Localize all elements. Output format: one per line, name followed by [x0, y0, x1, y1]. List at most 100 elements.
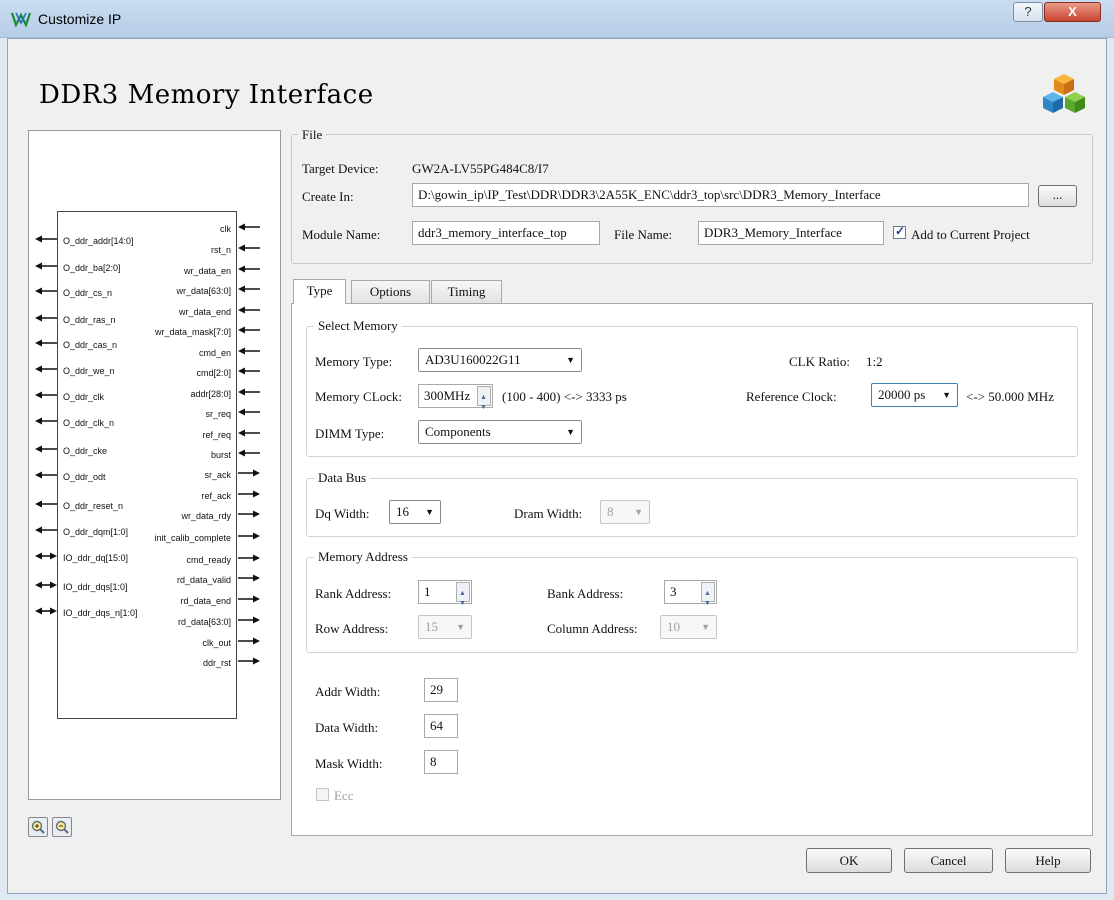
chevron-down-icon: ▼ — [566, 427, 575, 437]
output-arrow-icon — [35, 470, 57, 480]
pin-label-right: addr[28:0] — [190, 389, 231, 399]
target-device-value: GW2A-LV55PG484C8/I7 — [412, 161, 549, 176]
dq-width-select[interactable]: 16 ▼ — [389, 500, 441, 524]
ok-button[interactable]: OK — [806, 848, 892, 873]
pin-label-right: wr_data_end — [178, 307, 231, 317]
column-address-label: Column Address: — [547, 621, 638, 636]
memory-clock-label: Memory CLock: — [315, 389, 403, 404]
memory-type-label: Memory Type: — [315, 354, 393, 369]
output-arrow-icon — [238, 553, 260, 563]
zoom-out-button[interactable] — [52, 817, 72, 837]
pin-label-left: O_ddr_addr[14:0] — [63, 236, 134, 246]
dq-width-label: Dq Width: — [315, 506, 370, 521]
pin-label-right: wr_data_en — [183, 266, 231, 276]
pin-label-right: clk_out — [202, 638, 231, 648]
zoom-in-button[interactable] — [28, 817, 48, 837]
tab-timing[interactable]: Timing — [431, 280, 502, 303]
file-group-title: File — [298, 127, 327, 143]
pin-label-right: cmd_ready — [186, 555, 231, 565]
chevron-down-icon: ▼ — [566, 355, 575, 365]
file-name-field[interactable]: DDR3_Memory_Interface — [698, 221, 884, 245]
pin-label-right: cmd_en — [198, 348, 231, 358]
dram-width-select: 8 ▼ — [600, 500, 650, 524]
pin-label-right: ref_ack — [201, 491, 231, 501]
chevron-down-icon: ▼ — [701, 622, 710, 632]
output-arrow-icon — [35, 286, 57, 296]
bidirectional-arrow-icon — [35, 580, 57, 590]
dimm-type-label: DIMM Type: — [315, 426, 385, 441]
pin-label-left: O_ddr_we_n — [63, 366, 115, 376]
module-name-field[interactable]: ddr3_memory_interface_top — [412, 221, 600, 245]
bank-address-value: 3 — [670, 584, 677, 599]
add-to-project-checkbox[interactable] — [893, 224, 906, 239]
memory-clock-spinner[interactable]: 300MHz — [418, 384, 493, 418]
tab-type[interactable]: Type — [293, 279, 346, 304]
output-arrow-icon — [35, 525, 57, 535]
cancel-button[interactable]: Cancel — [904, 848, 993, 873]
ip-symbol-box: O_ddr_addr[14:0] O_ddr_ba[2:0] O_ddr_cs_n O… — [57, 211, 237, 719]
memory-type-select[interactable]: AD3U160022G11 ▼ — [418, 348, 582, 372]
output-arrow-icon — [35, 390, 57, 400]
pin-label-right: wr_data[63:0] — [176, 286, 231, 296]
reference-clock-label: Reference Clock: — [746, 389, 837, 404]
tab-options[interactable]: Options — [351, 280, 430, 303]
pin-label-right: sr_ack — [204, 470, 231, 480]
pin-label-left: O_ddr_ras_n — [63, 315, 116, 325]
dimm-type-value: Components — [425, 424, 491, 439]
dimm-type-select[interactable]: Components ▼ — [418, 420, 582, 444]
output-arrow-icon — [238, 489, 260, 499]
pin-label-right: ddr_rst — [202, 658, 231, 668]
rank-address-spinner[interactable]: 1 — [418, 580, 472, 614]
input-arrow-icon — [238, 222, 260, 232]
spinner-arrows-icon[interactable] — [477, 386, 491, 418]
spinner-arrows-icon[interactable] — [701, 582, 715, 614]
memory-clock-value: 300MHz — [424, 388, 471, 403]
module-name-label: Module Name: — [302, 227, 381, 242]
output-arrow-icon — [238, 656, 260, 666]
data-width-field[interactable]: 64 — [424, 714, 458, 738]
mask-width-field[interactable]: 8 — [424, 750, 458, 774]
reference-clock-select[interactable]: 20000 ps ▼ — [871, 383, 958, 407]
clk-ratio-label: CLK Ratio: — [789, 354, 851, 369]
output-arrow-icon — [35, 313, 57, 323]
output-arrow-icon — [238, 573, 260, 583]
browse-button[interactable]: ... — [1038, 185, 1077, 207]
close-button[interactable]: X — [1044, 2, 1101, 22]
bidirectional-arrow-icon — [35, 551, 57, 561]
dram-width-value: 8 — [607, 504, 614, 519]
input-arrow-icon — [238, 407, 260, 417]
output-arrow-icon — [35, 261, 57, 271]
create-in-field[interactable]: D:\gowin_ip\IP_Test\DDR\DDR3\2A55K_ENC\d… — [412, 183, 1029, 207]
chevron-down-icon: ▼ — [634, 507, 643, 517]
pin-label-right: ref_req — [202, 430, 231, 440]
chevron-down-icon: ▼ — [942, 390, 951, 400]
addr-width-field[interactable]: 29 — [424, 678, 458, 702]
pin-label-right: wr_data_rdy — [181, 511, 231, 521]
addr-width-label: Addr Width: — [315, 684, 381, 699]
page-title: DDR3 Memory Interface — [39, 80, 374, 110]
pin-label-left: IO_ddr_dqs[1:0] — [63, 582, 128, 592]
output-arrow-icon — [238, 531, 260, 541]
data-width-label: Data Width: — [315, 720, 379, 735]
pin-label-right: rd_data_valid — [176, 575, 231, 585]
input-arrow-icon — [238, 243, 260, 253]
output-arrow-icon — [238, 594, 260, 604]
help-title-button[interactable]: ? — [1013, 2, 1043, 22]
bank-address-spinner[interactable]: 3 — [664, 580, 717, 614]
rank-address-label: Rank Address: — [315, 586, 392, 601]
ecc-checkbox — [316, 788, 329, 801]
input-arrow-icon — [238, 428, 260, 438]
help-button[interactable]: Help — [1005, 848, 1091, 873]
input-arrow-icon — [238, 284, 260, 294]
pin-label-right: rd_data[63:0] — [177, 617, 231, 627]
input-arrow-icon — [238, 264, 260, 274]
spinner-arrows-icon[interactable] — [456, 582, 470, 614]
output-arrow-icon — [238, 636, 260, 646]
pin-label-right: burst — [210, 450, 231, 460]
input-arrow-icon — [238, 346, 260, 356]
memory-type-value: AD3U160022G11 — [425, 352, 521, 367]
pin-label-right: wr_data_mask[7:0] — [154, 327, 231, 337]
pin-label-right: cmd[2:0] — [196, 368, 231, 378]
window-title: Customize IP — [38, 11, 122, 27]
gowin-logo-icon — [11, 12, 31, 27]
